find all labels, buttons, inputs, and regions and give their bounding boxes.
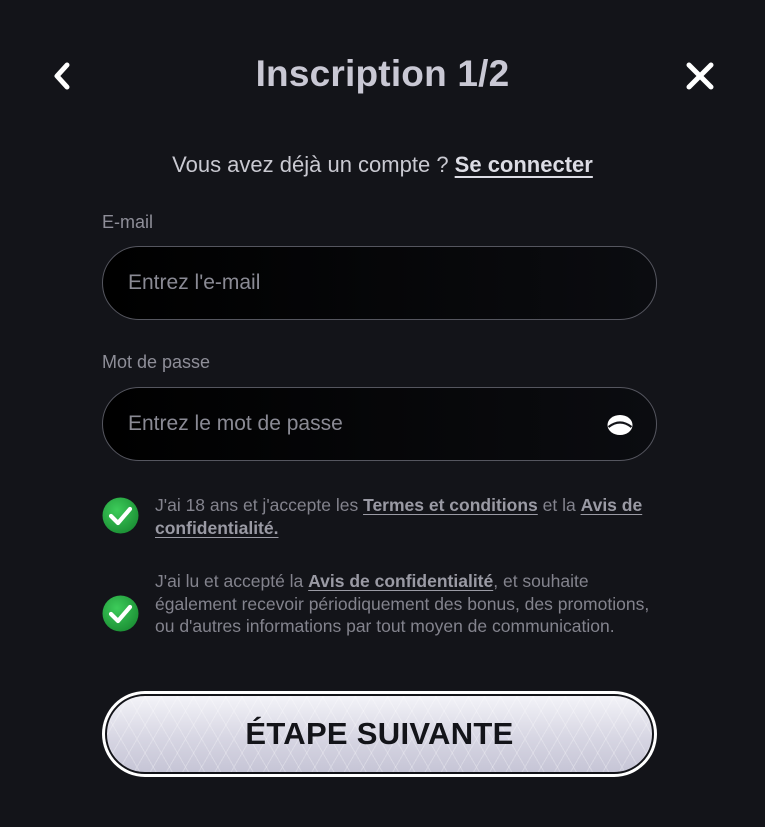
next-step-button-face: ÉTAPE SUIVANTE xyxy=(105,694,654,774)
login-prompt-text: Vous avez déjà un compte ? xyxy=(172,152,455,177)
next-step-button-label: ÉTAPE SUIVANTE xyxy=(245,716,514,751)
checkbox-checked-icon[interactable] xyxy=(102,497,139,534)
eye-icon xyxy=(607,415,633,435)
email-field-wrapper xyxy=(102,246,657,320)
login-link[interactable]: Se connecter xyxy=(455,152,593,177)
consent-text-part: J'ai 18 ans et j'accepte les xyxy=(155,495,364,515)
close-icon xyxy=(686,62,714,90)
password-field-wrapper xyxy=(102,387,657,461)
login-prompt: Vous avez déjà un compte ? Se connecter xyxy=(0,150,765,180)
page-title: Inscription 1/2 xyxy=(255,53,510,94)
registration-modal: Inscription 1/2 Vous avez déjà un compte… xyxy=(0,0,765,827)
terms-link[interactable]: Termes et conditions xyxy=(363,495,538,515)
password-label: Mot de passe xyxy=(102,352,211,372)
consent-text-part: et la xyxy=(537,495,581,515)
modal-header: Inscription 1/2 xyxy=(0,50,765,102)
checkbox-checked-icon[interactable] xyxy=(102,595,139,632)
consent-marketing-text: J'ai lu et accepté la Avis de confidenti… xyxy=(155,570,655,638)
consent-marketing: J'ai lu et accepté la Avis de confidenti… xyxy=(102,568,662,663)
consent-text-part: J'ai lu et accepté la xyxy=(155,571,309,591)
email-label: E-mail xyxy=(102,212,154,232)
email-field[interactable] xyxy=(103,247,656,319)
consent-terms: J'ai 18 ans et j'accepte les Termes et c… xyxy=(102,492,662,542)
password-visibility-toggle[interactable] xyxy=(606,412,634,438)
password-field[interactable] xyxy=(103,388,656,460)
next-step-button[interactable]: ÉTAPE SUIVANTE xyxy=(102,691,657,777)
close-button[interactable] xyxy=(678,54,722,98)
privacy-link[interactable]: Avis de confidentialité xyxy=(308,571,493,591)
consent-terms-text: J'ai 18 ans et j'accepte les Termes et c… xyxy=(155,494,655,539)
